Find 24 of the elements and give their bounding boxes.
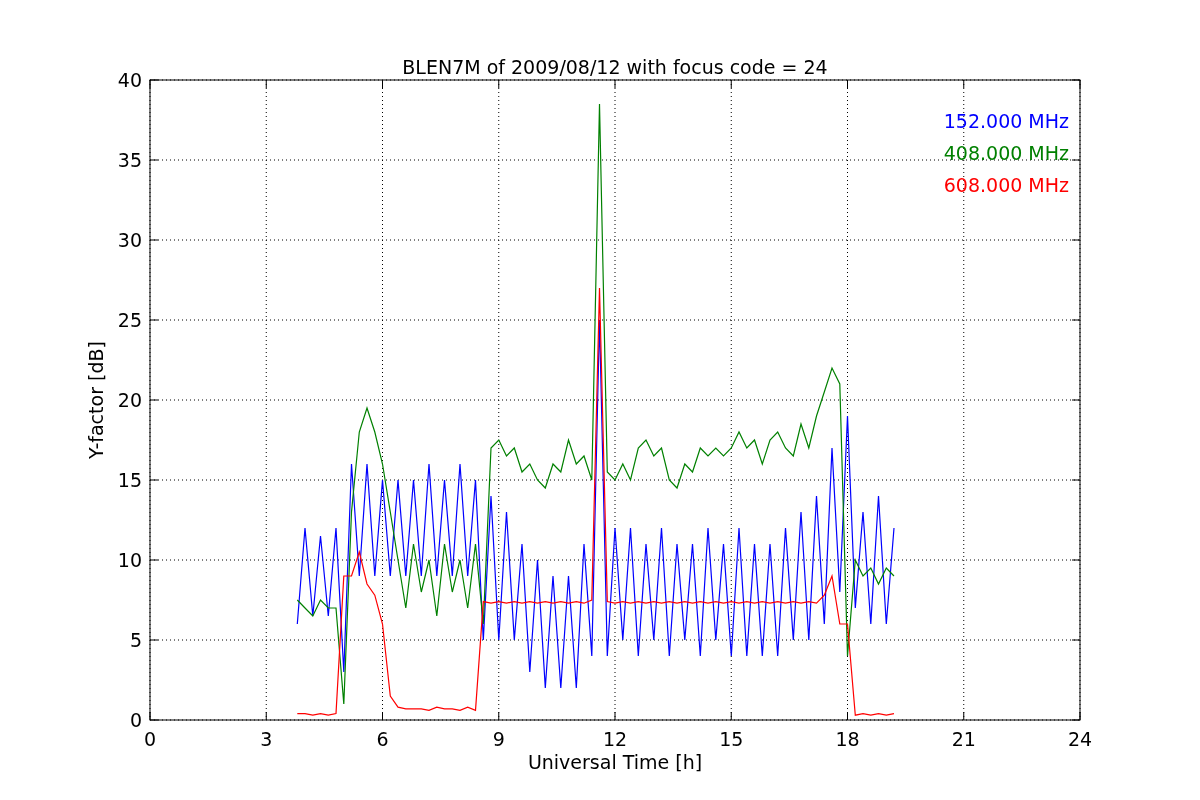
tick-label: 9	[492, 728, 505, 750]
tick-label: 12	[602, 728, 628, 750]
tick-label: 21	[951, 728, 976, 750]
legend-label: 408.000 MHz	[943, 142, 1069, 164]
tick-label: 25	[117, 309, 142, 331]
x-axis-label: Universal Time [h]	[527, 751, 703, 773]
legend-label: 152.000 MHz	[943, 110, 1069, 132]
tick-label: 0	[129, 709, 142, 731]
tick-label: 3	[260, 728, 273, 750]
chart-title: BLEN7M of 2009/08/12 with focus code = 24	[402, 56, 828, 78]
tick-label: 15	[117, 469, 142, 491]
tick-label: 24	[1067, 728, 1093, 750]
y-axis-label: Y-factor [dB]	[85, 341, 107, 459]
tick-label: 35	[117, 149, 142, 171]
tick-label: 10	[117, 549, 142, 571]
tick-label: 40	[117, 69, 142, 91]
tick-label: 20	[117, 389, 142, 411]
tick-label: 18	[835, 728, 860, 750]
tick-label: 5	[129, 629, 142, 651]
tick-label: 0	[143, 728, 157, 750]
legend-label: 608.000 MHz	[943, 174, 1069, 196]
tick-label: 15	[719, 728, 744, 750]
tick-label: 6	[376, 728, 389, 750]
tick-label: 30	[117, 229, 142, 251]
